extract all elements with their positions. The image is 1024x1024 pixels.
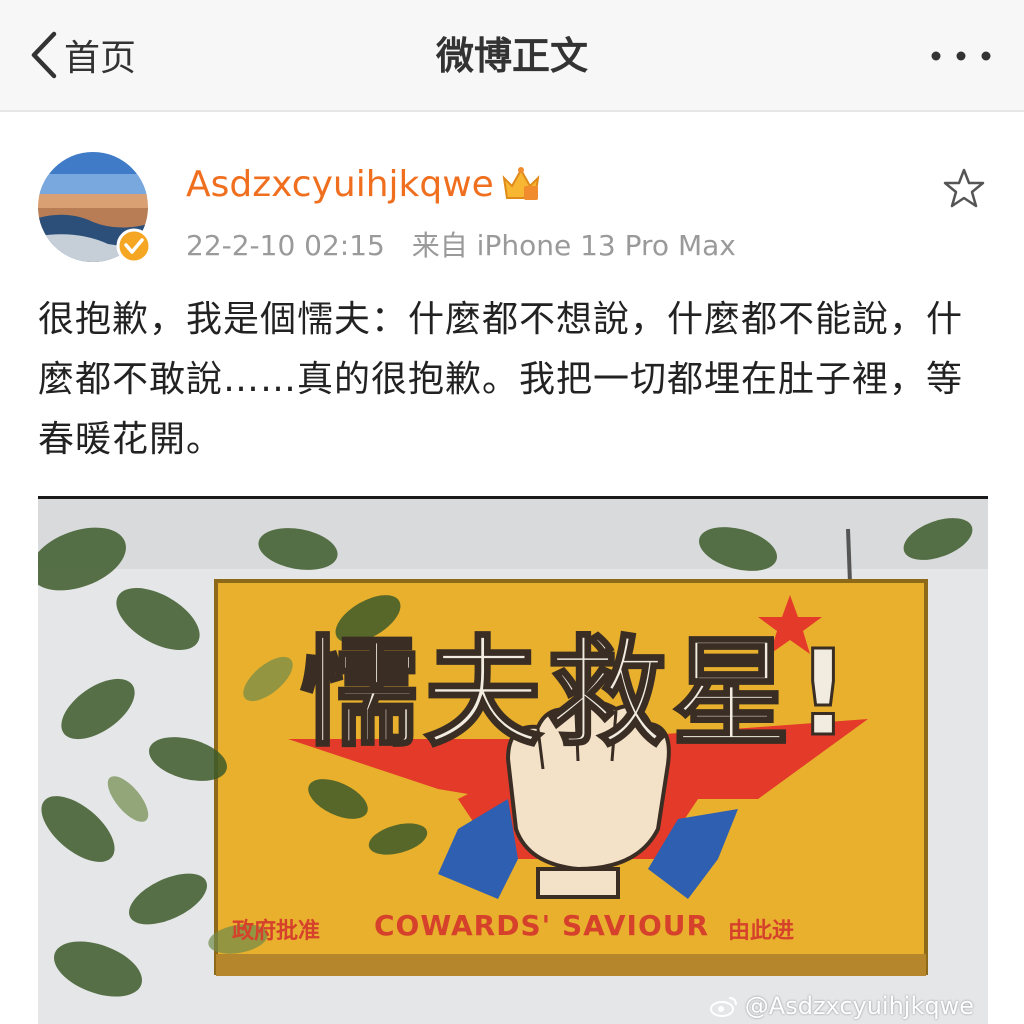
avatar[interactable]	[38, 152, 152, 264]
post-text: 很抱歉，我是個懦夫：什麼都不想說，什麼都不能說，什麼都不敢說……真的很抱歉。我把…	[38, 299, 964, 460]
weibo-logo-icon	[709, 997, 737, 1017]
sign-subtitle: COWARDS' SAVIOUR	[374, 909, 710, 942]
back-label: 首页	[64, 38, 137, 79]
post-source: 来自 iPhone 13 Pro Max	[411, 229, 736, 262]
image-watermark: @Asdzxcyuihjkqwe	[709, 992, 974, 1020]
sign-headline: 懦夫救星!	[299, 623, 856, 764]
weibo-post: Asdzxcyuihjkqwe 22-2-10 02:15 来自 iPhone …	[0, 112, 1024, 1024]
post-meta: 22-2-10 02:15 来自 iPhone 13 Pro Max	[186, 224, 736, 264]
post-image[interactable]: 懦夫救星! 政府批准 COWARDS' SAVIOUR 由此进 @Asdzxcy…	[38, 496, 988, 1024]
watermark-text: @Asdzxcyuihjkqwe	[744, 992, 974, 1020]
username[interactable]: Asdzxcyuihjkqwe	[186, 164, 494, 205]
more-dots-icon	[931, 51, 991, 61]
top-navigation-bar: 首页 微博正文	[0, 0, 1024, 112]
member-crown-icon	[502, 167, 540, 200]
post-date: 22-2-10 02:15	[186, 229, 385, 262]
sign-left-small: 政府批准	[232, 919, 321, 944]
chevron-left-icon	[31, 31, 57, 79]
verified-badge-icon	[116, 228, 152, 264]
more-button[interactable]	[928, 34, 994, 78]
sign-right-small: 由此进	[728, 919, 795, 944]
star-outline-icon[interactable]	[942, 166, 986, 210]
back-button[interactable]: 首页	[28, 22, 136, 88]
page-title: 微博正文	[435, 34, 588, 78]
